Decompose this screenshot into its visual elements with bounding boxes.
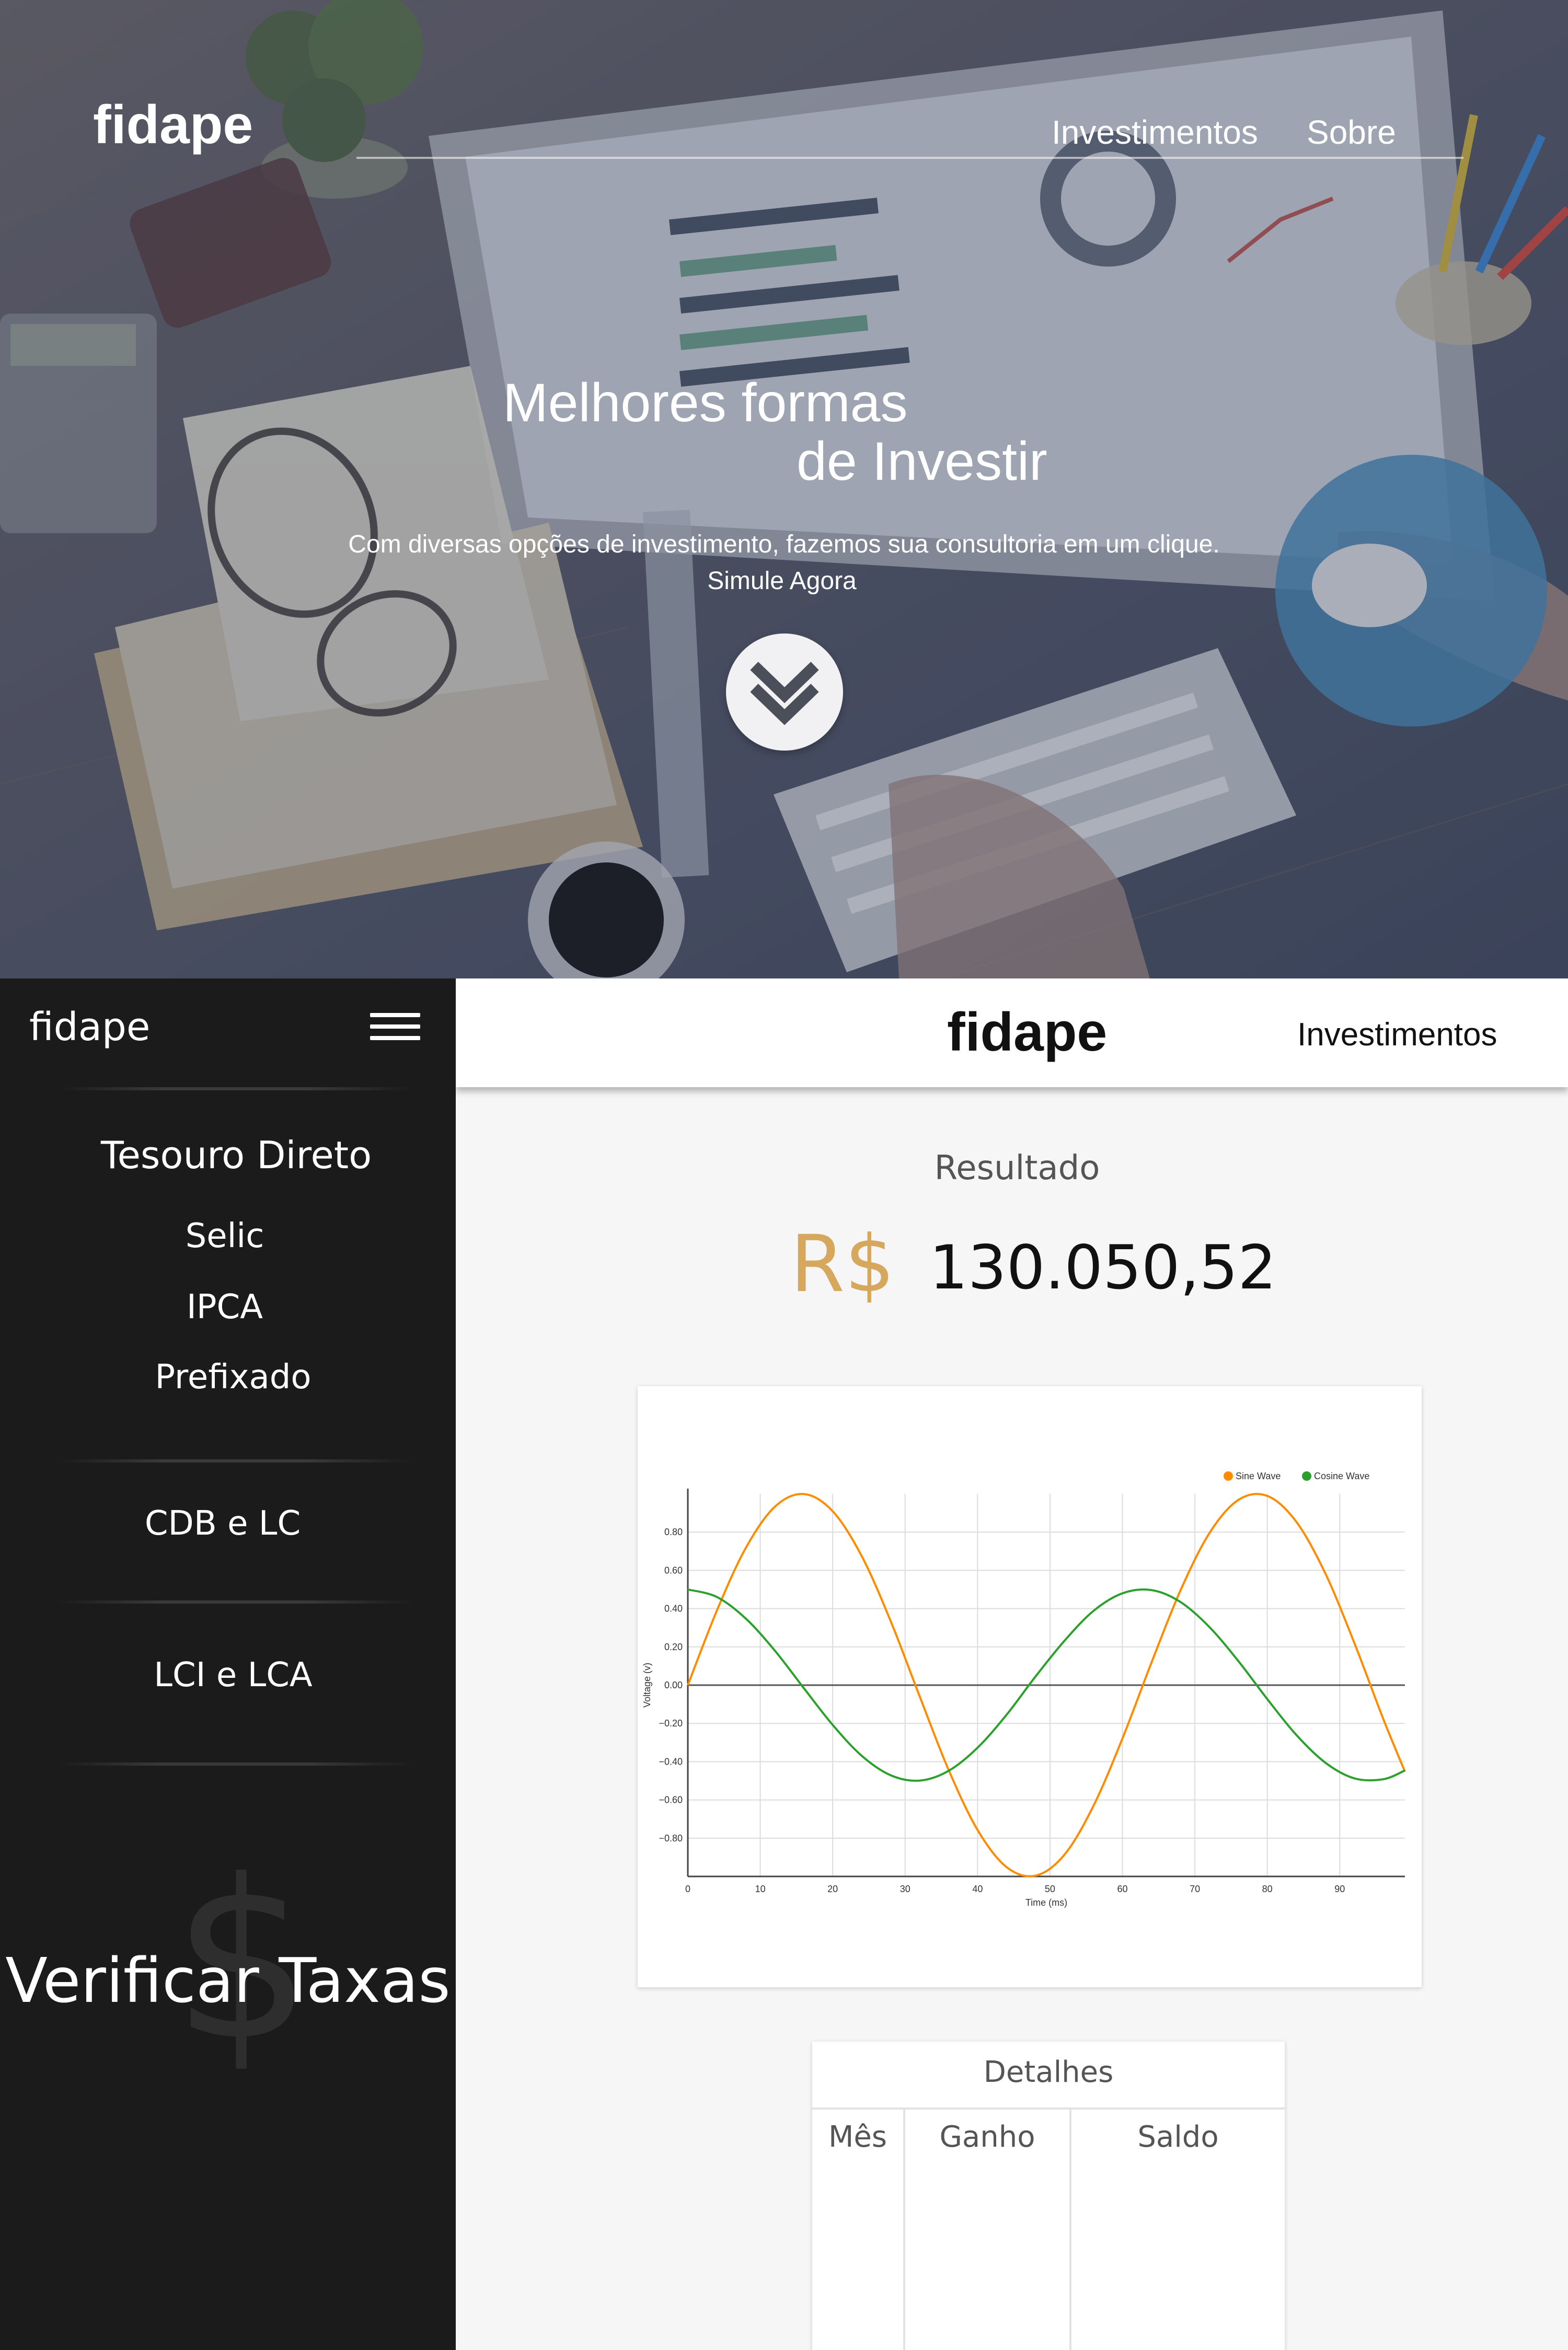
nav-link-investimentos[interactable]: Investimentos (1052, 113, 1258, 152)
x-tick-label: 30 (900, 1884, 910, 1894)
y-axis-label: Voltage (v) (642, 1663, 652, 1708)
nav-link-sobre[interactable]: Sobre (1307, 113, 1396, 152)
legend-label: Cosine Wave (1314, 1471, 1369, 1481)
sidebar-item-lci-lca[interactable]: LCI e LCA (5, 1656, 456, 1695)
sidebar-group-tesouro-direto[interactable]: Tesouro Direto (8, 1133, 456, 1177)
legend-marker (1224, 1471, 1233, 1481)
currency-symbol: R$ (790, 1219, 895, 1310)
hero-section: fidape Investimentos Sobre Melhores form… (0, 0, 1568, 978)
hero-subtitle: Com diversas opções de investimento, faz… (348, 531, 1220, 558)
y-tick-label: −0.40 (659, 1756, 683, 1767)
sidebar-logo[interactable]: fidape (29, 1005, 150, 1050)
column-header-mes[interactable]: Mês (812, 2120, 903, 2154)
legend-label: Sine Wave (1236, 1471, 1281, 1481)
sidebar-item-cdb-lc[interactable]: CDB e LC (0, 1504, 451, 1543)
sidebar-divider (57, 1087, 413, 1090)
details-header-rule (812, 2107, 1285, 2110)
sidebar-item-prefixado[interactable]: Prefixado (5, 1358, 456, 1397)
details-table: Detalhes Mês Ganho Saldo (812, 2042, 1285, 2350)
hero-title-line2: de Investir (797, 431, 1047, 492)
result-amount: 130.050,52 (929, 1232, 1277, 1303)
x-tick-label: 70 (1190, 1884, 1200, 1894)
hamburger-icon[interactable] (370, 1013, 420, 1040)
simule-agora-link[interactable]: Simule Agora (707, 567, 857, 595)
legend-marker (1302, 1471, 1311, 1481)
topbar-logo[interactable]: fidape (947, 1001, 1107, 1064)
x-tick-label: 90 (1334, 1884, 1345, 1894)
column-header-ganho[interactable]: Ganho (905, 2120, 1069, 2154)
sidebar-item-selic[interactable]: Selic (0, 1217, 453, 1255)
hero-logo[interactable]: fidape (93, 94, 253, 156)
y-tick-label: 0.60 (664, 1565, 683, 1575)
y-tick-label: −0.60 (659, 1795, 683, 1805)
column-header-saldo[interactable]: Saldo (1071, 2120, 1285, 2154)
sidebar-divider (57, 1762, 413, 1766)
sidebar: fidape Tesouro Direto Selic IPCA Prefixa… (0, 978, 456, 2350)
x-axis-label: Time (ms) (1025, 1897, 1067, 1908)
y-tick-label: 0.80 (664, 1527, 683, 1537)
hero-cta-text: Simule Agora (0, 567, 1568, 595)
x-tick-label: 10 (755, 1884, 766, 1894)
sidebar-divider (57, 1459, 413, 1462)
hero-nav-underline (356, 157, 1463, 159)
x-tick-label: 60 (1117, 1884, 1127, 1894)
main-content: fidape Investimentos Resultado R$ 130.05… (456, 978, 1568, 2350)
y-tick-label: −0.80 (659, 1833, 683, 1844)
result-label: Resultado (934, 1149, 1100, 1188)
chart-card: 0 10 20 30 40 50 60 70 80 90 −0.80 −0.60 −0.40 −0.20 0… (638, 1386, 1422, 1987)
scroll-down-button[interactable] (726, 633, 843, 751)
y-tick-label: −0.20 (659, 1718, 683, 1729)
x-tick-label: 20 (827, 1884, 838, 1894)
x-tick-label: 40 (972, 1884, 983, 1894)
y-tick-label: 0.40 (664, 1604, 683, 1614)
y-tick-label: 0.00 (664, 1680, 683, 1690)
sidebar-divider (57, 1600, 413, 1604)
y-tick-label: 0.20 (664, 1642, 683, 1652)
verificar-taxas-button[interactable]: Verificar Taxas (0, 1944, 456, 2017)
double-chevron-down-icon (750, 662, 819, 725)
details-title: Detalhes (983, 2055, 1114, 2089)
x-tick-label: 0 (685, 1884, 690, 1894)
topbar-nav-investimentos[interactable]: Investimentos (1297, 1016, 1497, 1053)
x-tick-label: 80 (1262, 1884, 1273, 1894)
sidebar-item-ipca[interactable]: IPCA (0, 1288, 453, 1327)
line-chart: 0 10 20 30 40 50 60 70 80 90 −0.80 −0.60 −0.40 −0.20 0… (642, 1471, 1406, 1908)
hero-title-line1: Melhores formas (503, 373, 908, 433)
x-tick-label: 50 (1045, 1884, 1055, 1894)
top-bar: fidape Investimentos (456, 978, 1568, 1087)
